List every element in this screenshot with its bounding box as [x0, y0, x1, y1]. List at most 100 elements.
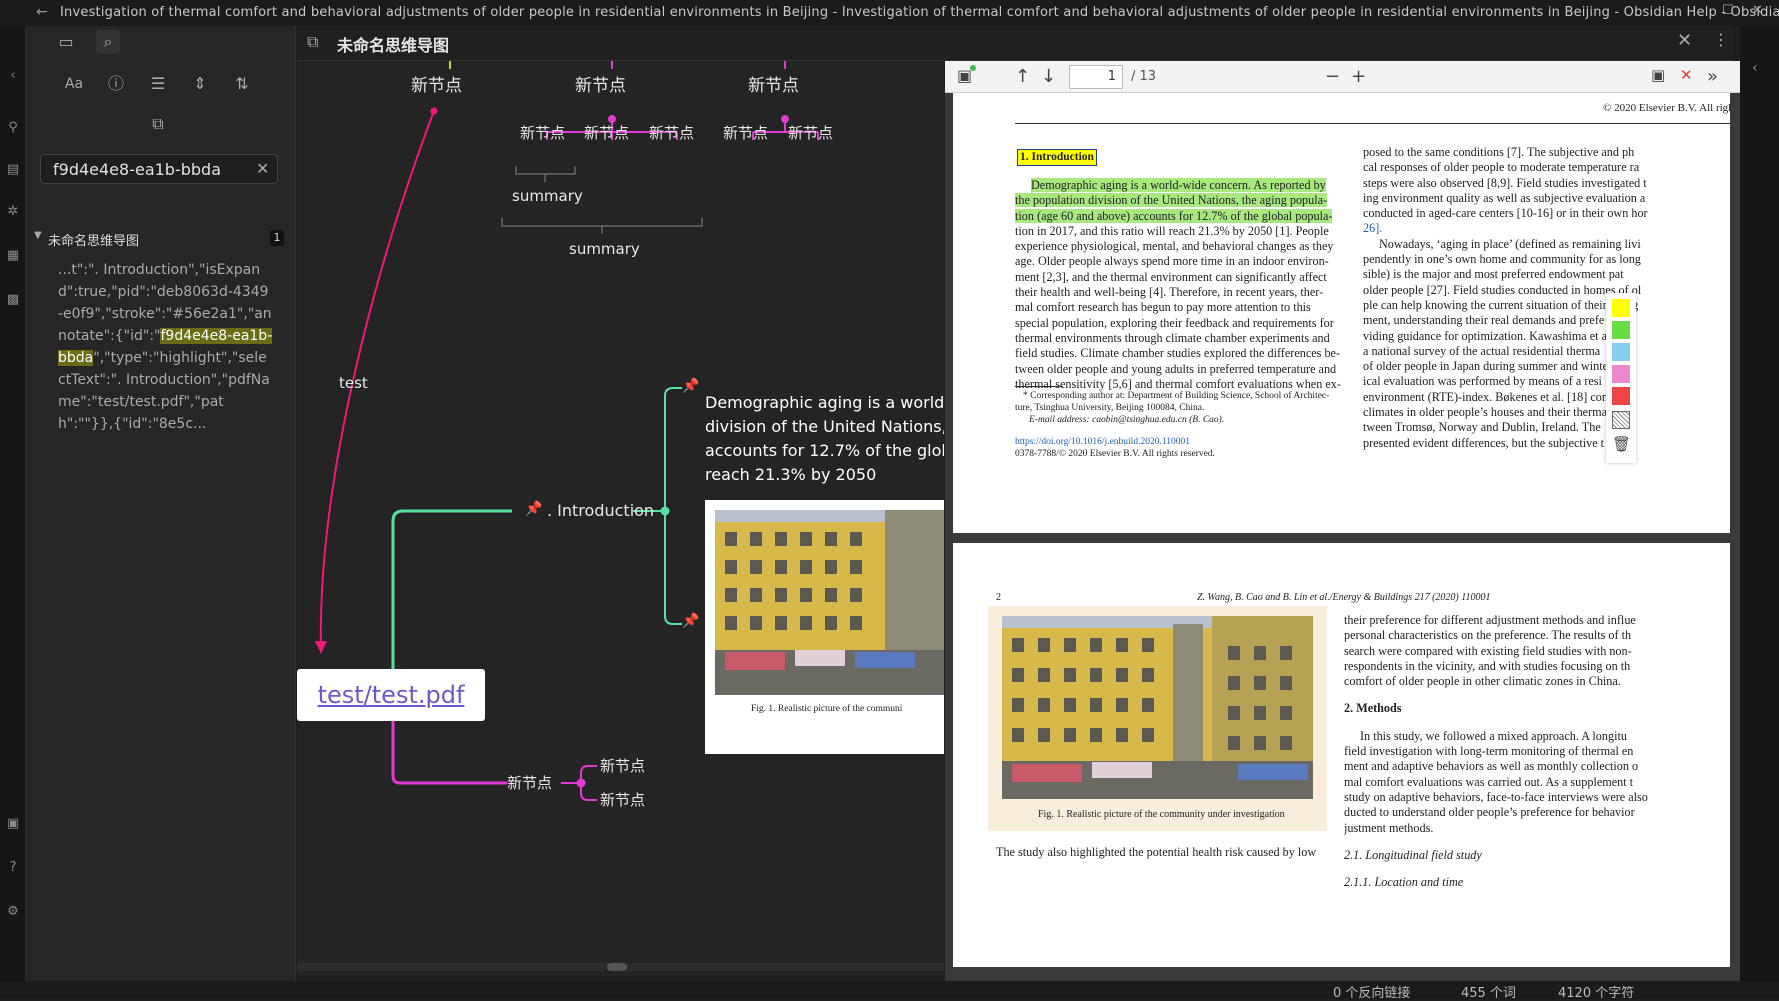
- node-top-1[interactable]: 新节点: [411, 71, 462, 96]
- graph-icon[interactable]: ✲: [5, 204, 21, 220]
- node-child-1[interactable]: 新节点: [520, 122, 565, 143]
- backlinks-count[interactable]: 0 个反向链接: [1333, 982, 1410, 1001]
- close-highlight-icon[interactable]: ✕: [1680, 66, 1693, 84]
- color-green-swatch[interactable]: [1612, 321, 1630, 339]
- file-icon[interactable]: ▤: [5, 162, 21, 178]
- node-child-3[interactable]: 新节点: [649, 122, 694, 143]
- color-blue-swatch[interactable]: [1612, 343, 1630, 361]
- mindmap-canvas[interactable]: 新节点 新节点 新节点 新节点 新节点 新节点 新节点 新节点 summary …: [297, 61, 944, 976]
- node-bottom-child-2[interactable]: 新节点: [600, 789, 645, 810]
- node-child-4[interactable]: 新节点: [723, 122, 768, 143]
- vault-icon[interactable]: ▣: [5, 816, 21, 832]
- help-circle-icon[interactable]: ⓘ: [104, 72, 128, 96]
- search-result-file[interactable]: 未命名思维导图: [48, 230, 139, 249]
- node-child-5[interactable]: 新节点: [788, 122, 833, 143]
- building-photo: [705, 500, 944, 754]
- page-number: 2: [996, 592, 1001, 603]
- text-line-13: tween older people and young adults in p…: [1015, 361, 1337, 376]
- previous-page-icon[interactable]: ↑: [1015, 66, 1030, 87]
- help-icon[interactable]: ?: [5, 860, 21, 876]
- maximize-icon[interactable]: ☐: [1722, 3, 1734, 18]
- text-line-r9: sible) is the major and most preferred e…: [1363, 267, 1624, 282]
- pin-icon: 📌: [682, 378, 700, 394]
- color-red-swatch[interactable]: [1612, 387, 1630, 405]
- pdf-page-1[interactable]: © 2020 Elsevier B.V. All rights 1. Intro…: [953, 93, 1730, 533]
- quote-line-4: reach 21.3% by 2050: [705, 465, 877, 484]
- node-child-2[interactable]: 新节点: [584, 122, 629, 143]
- node-bottom-child-1[interactable]: 新节点: [600, 755, 645, 776]
- search-result-snippet[interactable]: ...t":". Introduction","isExpand":true,"…: [58, 259, 273, 435]
- text-line-10: special population, exploring their feed…: [1015, 315, 1334, 330]
- footnote-rule: [1015, 386, 1063, 387]
- text-line-r7: Nowadays, ‘aging in place’ (defined as r…: [1379, 236, 1641, 251]
- expand-icon[interactable]: ⇕: [188, 72, 212, 96]
- node-summary-2[interactable]: summary: [569, 240, 640, 258]
- copy-icon[interactable]: ⧉: [146, 112, 170, 136]
- node-summary-1[interactable]: summary: [512, 187, 583, 205]
- cards-icon[interactable]: ▦: [5, 248, 21, 264]
- grid-icon[interactable]: ▩: [5, 292, 21, 308]
- zoom-in-icon[interactable]: +: [1351, 66, 1366, 87]
- p2-line-5: comfort of older people in other climati…: [1344, 674, 1621, 689]
- node-introduction[interactable]: . Introduction: [547, 501, 654, 520]
- presentation-icon[interactable]: ▣: [1651, 66, 1665, 84]
- p2-left-bottom: The study also highlighted the potential…: [996, 845, 1317, 859]
- word-count: 455 个词: [1461, 986, 1516, 1001]
- doi-link[interactable]: https://doi.org/10.1016/j.enbuild.2020.1…: [1015, 436, 1190, 448]
- annotation-quote-node[interactable]: Demographic aging is a world- division o…: [705, 391, 944, 487]
- text-line-r20: presented evident differences, but the s…: [1363, 435, 1605, 450]
- mindmap-scrollbar[interactable]: [297, 963, 944, 971]
- association-label[interactable]: test: [339, 374, 368, 392]
- zoom-out-icon[interactable]: −: [1325, 66, 1340, 87]
- next-page-icon[interactable]: ↓: [1041, 66, 1056, 87]
- node-top-3[interactable]: 新节点: [748, 71, 799, 96]
- back-arrow-icon[interactable]: ←: [36, 4, 48, 20]
- section-heading[interactable]: 1. Introduction: [1017, 149, 1097, 167]
- status-bar: 0 个反向链接 455 个词 4120 个字符: [0, 981, 1779, 1001]
- no-color-swatch[interactable]: [1612, 411, 1630, 429]
- match-case-icon[interactable]: Aa: [62, 72, 86, 96]
- settings-gear-icon[interactable]: ⚙: [5, 904, 21, 920]
- methods-line-6: ducted to understand older people’s pref…: [1344, 805, 1635, 820]
- left-column[interactable]: Demographic aging is a world-wide concer…: [1015, 178, 1359, 392]
- close-window-icon[interactable]: ✕: [1752, 3, 1763, 18]
- page2-right-column[interactable]: their preference for different adjustmen…: [1344, 613, 1730, 890]
- intro-dot: [660, 506, 670, 516]
- folder-icon[interactable]: ▭: [54, 30, 78, 54]
- root-bottom-connector: [391, 721, 507, 785]
- right-column[interactable]: posed to the same conditions [7]. The su…: [1363, 145, 1730, 451]
- search-input[interactable]: f9d4e4e8-ea1b-bbda: [40, 154, 278, 184]
- search-icon[interactable]: ⌕: [96, 30, 120, 54]
- text-line-r1: posed to the same conditions [7]. The su…: [1363, 145, 1635, 159]
- text-line-8: their health and well-being [4]. Therefo…: [1015, 285, 1324, 300]
- expand-right-sidebar-icon[interactable]: ‹: [1752, 60, 1758, 76]
- list-icon[interactable]: ☰: [146, 72, 170, 96]
- annotation-image-node[interactable]: Fig. 1. Realistic picture of the communi: [705, 500, 944, 754]
- page-number-input[interactable]: 1: [1069, 65, 1123, 89]
- sort-icon[interactable]: ⇅: [230, 72, 254, 96]
- more-tools-icon[interactable]: »: [1707, 66, 1718, 87]
- p2-line-3: search were compared with existing field…: [1344, 643, 1632, 658]
- root-node-pdf-link[interactable]: test/test.pdf: [297, 669, 485, 721]
- clear-search-icon[interactable]: ✕: [256, 159, 269, 178]
- page-total: / 13: [1131, 69, 1157, 84]
- pdf-horizontal-scrollbar[interactable]: [945, 967, 1740, 975]
- figure-box[interactable]: Fig. 1. Realistic picture of the communi…: [988, 606, 1327, 831]
- collapse-sidebar-icon[interactable]: ‹: [5, 68, 21, 84]
- more-options-icon[interactable]: ⋮: [1713, 30, 1729, 49]
- collapse-triangle-icon[interactable]: ▼: [34, 230, 42, 241]
- close-pane-icon[interactable]: ✕: [1677, 30, 1692, 51]
- color-yellow-swatch[interactable]: [1612, 299, 1630, 317]
- right-rail: ‹: [1740, 26, 1779, 981]
- delete-trash-icon[interactable]: 🗑: [1612, 435, 1631, 454]
- node-bottom[interactable]: 新节点: [507, 772, 552, 793]
- methods-line-4: mal comfort evaluations was carried out.…: [1344, 774, 1634, 789]
- text-line-r11: ple can help knowing the current situati…: [1363, 297, 1639, 312]
- mindmap-scroll-thumb[interactable]: [607, 963, 627, 971]
- summary-bracket-2: [501, 218, 703, 234]
- color-pink-swatch[interactable]: [1612, 365, 1630, 383]
- pdf-page-2[interactable]: 2 Z. Wang, B. Cao and B. Lin et al./Ener…: [953, 543, 1730, 973]
- link-icon[interactable]: ⚲: [5, 120, 21, 136]
- text-line-12: field studies. Climate chamber studies e…: [1015, 346, 1341, 361]
- node-top-2[interactable]: 新节点: [575, 71, 626, 96]
